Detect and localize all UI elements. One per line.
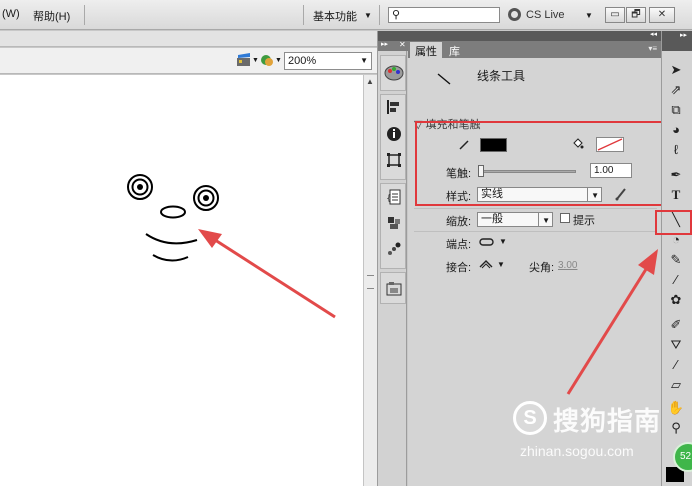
edit-symbol-dropdown-icon[interactable]: ▼ — [275, 57, 282, 64]
color-palette-icon[interactable] — [384, 63, 404, 83]
watermark-brand: 搜狗指南 — [553, 406, 662, 436]
cap-dropdown-icon[interactable]: ▼ — [499, 237, 507, 246]
motion-presets-icon[interactable] — [386, 241, 402, 257]
collapse-panel-icon[interactable]: ◂◂ — [650, 30, 657, 38]
svg-text:{: { — [386, 194, 392, 204]
zoom-tool-icon[interactable]: ⚲ — [667, 419, 685, 437]
nose-shape[interactable] — [160, 205, 186, 219]
mouth-line-upper[interactable] — [145, 233, 198, 245]
pen-tool-icon[interactable]: ✒ — [667, 166, 685, 184]
scene-panel-icon[interactable] — [386, 281, 402, 297]
tab-properties[interactable]: 属性 — [410, 42, 442, 58]
free-transform-tool-icon[interactable]: ⧉ — [667, 101, 685, 119]
expand-tools-icon[interactable]: ▸▸ — [680, 31, 687, 39]
stage-vertical-scrollbar[interactable]: ▲ — [363, 75, 377, 486]
annotation-arrow — [566, 249, 658, 395]
hinting-checkbox[interactable] — [560, 213, 570, 223]
edit-symbol-icon[interactable] — [259, 53, 275, 67]
miter-label: 尖角: — [529, 262, 555, 274]
menu-separator — [379, 5, 380, 25]
dock-group — [380, 94, 406, 180]
section-divider — [414, 208, 657, 209]
round-join-icon[interactable] — [478, 259, 494, 269]
watermark-url: zhinan.sogou.com — [520, 443, 634, 459]
menu-help[interactable]: 帮助(H) — [33, 8, 70, 24]
right-eye[interactable] — [193, 185, 219, 211]
components-icon[interactable] — [386, 215, 402, 231]
edit-scene-dropdown-icon[interactable]: ▼ — [252, 57, 259, 64]
round-cap-icon[interactable] — [478, 237, 496, 247]
restore-button[interactable]: 🗗 — [626, 7, 646, 23]
bone-tool-icon[interactable]: ✐ — [667, 316, 685, 334]
zoom-value: 200% — [288, 55, 317, 67]
line-tool-icon — [437, 73, 451, 85]
cap-label: 端点: — [446, 239, 472, 251]
menu-separator — [303, 5, 304, 25]
stage-drawing[interactable] — [0, 75, 363, 325]
info-icon[interactable] — [386, 126, 402, 142]
document-tab-bar — [0, 31, 377, 47]
hinting-label: 提示 — [573, 215, 595, 227]
expand-panels-icon[interactable]: ▸▸ — [381, 40, 388, 48]
join-label: 接合: — [446, 262, 472, 274]
chevron-down-icon: ▼ — [360, 56, 368, 65]
eyedropper-tool-icon[interactable]: ⁄ — [667, 356, 685, 374]
highlight-box-line-tool — [655, 210, 692, 235]
search-icon: ⚲ — [392, 9, 401, 21]
dock-group: { — [380, 183, 406, 269]
align-icon[interactable] — [386, 99, 402, 115]
text-tool-icon[interactable]: T — [667, 186, 685, 204]
menu-window[interactable]: (W) — [2, 8, 20, 20]
transform-icon[interactable] — [386, 152, 402, 168]
tab-library[interactable]: 库 — [444, 42, 465, 58]
paint-bucket-tool-icon[interactable]: ⛛ — [667, 336, 685, 354]
panel-header: ◂◂ — [408, 31, 661, 41]
left-eye[interactable] — [127, 174, 153, 200]
3d-rotation-tool-icon[interactable]: ◕ — [667, 121, 685, 139]
scale-select[interactable]: 一般 ▼ — [477, 212, 553, 227]
cs-live-icon[interactable] — [508, 8, 521, 21]
menu-separator — [84, 5, 85, 25]
cs-live-dropdown-icon[interactable]: ▼ — [585, 11, 593, 20]
dock-group — [380, 272, 406, 304]
workspace-switcher[interactable]: 基本功能 — [313, 8, 357, 24]
workspace-dropdown-icon[interactable]: ▼ — [364, 11, 372, 20]
panel-menu-icon[interactable]: ▾≡ — [648, 44, 657, 53]
minimize-button[interactable]: ▭ — [605, 7, 625, 23]
tool-name: 线条工具 — [477, 69, 526, 83]
panel-tabs: 属性 库 ▾≡ — [408, 41, 661, 58]
tools-header: ▸▸ — [662, 31, 692, 51]
hand-tool-icon[interactable]: ✋ — [667, 399, 685, 417]
subselection-tool-icon[interactable]: ⇗ — [667, 81, 685, 99]
annotation-arrow — [198, 229, 336, 319]
collapsed-panel-dock: ▸▸ ✕ { — [377, 31, 408, 486]
eraser-tool-icon[interactable]: ▱ — [667, 376, 685, 394]
scale-label: 缩放: — [446, 216, 472, 228]
join-dropdown-icon[interactable]: ▼ — [497, 260, 505, 269]
select-divider — [538, 213, 539, 226]
selection-tool-icon[interactable]: ➤ — [667, 61, 685, 79]
watermark-logo: S — [513, 401, 547, 435]
help-search-input[interactable]: ⚲ — [388, 7, 500, 23]
dock-group — [380, 55, 406, 91]
scrollbar-grip[interactable] — [367, 275, 374, 289]
menu-bar: (W) 帮助(H) 基本功能 ▼ ⚲ CS Live ▼ ▭ 🗗 ✕ — [0, 0, 692, 30]
chevron-down-icon: ▼ — [542, 216, 550, 225]
pencil-tool-icon[interactable]: ✎ — [667, 251, 685, 269]
highlight-box-fill-stroke — [415, 121, 667, 206]
lasso-tool-icon[interactable]: ℓ — [667, 141, 685, 159]
deco-tool-icon[interactable]: ✿ — [667, 291, 685, 309]
mouth-line-lower[interactable] — [152, 254, 189, 262]
zoom-select[interactable]: 200% ▼ — [284, 52, 372, 70]
close-button[interactable]: ✕ — [649, 7, 675, 23]
close-icon[interactable]: ✕ — [399, 40, 406, 49]
code-snippets-icon[interactable]: { — [386, 189, 402, 205]
tools-panel: ▸▸ ➤ ⇗ ⧉ ◕ ℓ ✒ T ╲ ◔ ✎ ⁄ ✿ ✐ ⛛ ⁄ ▱ ✋ ⚲ — [661, 31, 692, 486]
brush-tool-icon[interactable]: ⁄ — [667, 271, 685, 289]
scale-value: 一般 — [481, 213, 503, 225]
scroll-up-icon[interactable]: ▲ — [366, 77, 374, 86]
dock-header-controls: ▸▸ ✕ — [378, 40, 408, 51]
edit-scene-icon[interactable] — [236, 53, 252, 67]
cs-live-label[interactable]: CS Live — [526, 9, 565, 21]
